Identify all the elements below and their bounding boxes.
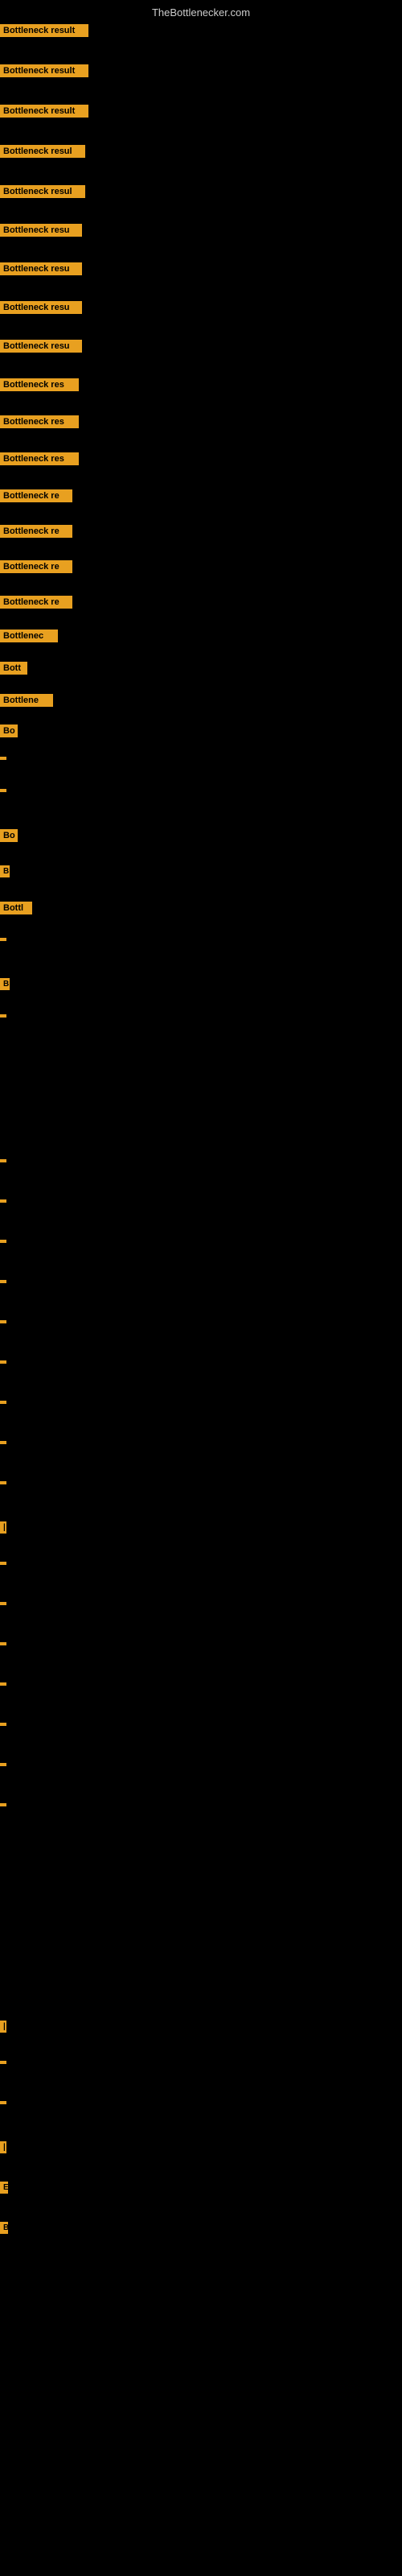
bottleneck-badge-48: | [0, 2141, 6, 2153]
bottleneck-badge-25 [0, 938, 6, 941]
bottleneck-badge-32 [0, 1320, 6, 1323]
bottleneck-badge-42 [0, 1723, 6, 1726]
bottleneck-badge-17: Bott [0, 662, 27, 675]
bottleneck-badge-5: Bottleneck resu [0, 224, 82, 237]
bottleneck-badge-38 [0, 1562, 6, 1565]
bottleneck-badge-29 [0, 1199, 6, 1203]
bottleneck-badge-21 [0, 789, 6, 792]
bottleneck-badge-43 [0, 1763, 6, 1766]
bottleneck-badge-34 [0, 1401, 6, 1404]
bottleneck-badge-2: Bottleneck result [0, 105, 88, 118]
bottleneck-badge-6: Bottleneck resu [0, 262, 82, 275]
bottleneck-badge-41 [0, 1682, 6, 1686]
bottleneck-badge-23: B [0, 865, 10, 877]
bottleneck-badge-45: | [0, 2021, 6, 2033]
bottleneck-badge-8: Bottleneck resu [0, 340, 82, 353]
bottleneck-badge-18: Bottlene [0, 694, 53, 707]
bottleneck-badge-20 [0, 757, 6, 760]
bottleneck-badge-35 [0, 1441, 6, 1444]
bottleneck-badge-36 [0, 1481, 6, 1484]
bottleneck-badge-31 [0, 1280, 6, 1283]
bottleneck-badge-44 [0, 1803, 6, 1806]
bottleneck-badge-12: Bottleneck re [0, 489, 72, 502]
bottleneck-badge-16: Bottlenec [0, 630, 58, 642]
bottleneck-badge-40 [0, 1642, 6, 1645]
bottleneck-badge-15: Bottleneck re [0, 596, 72, 609]
bottleneck-badge-14: Bottleneck re [0, 560, 72, 573]
bottleneck-badge-50: B [0, 2222, 8, 2234]
bottleneck-badge-47 [0, 2101, 6, 2104]
bottleneck-badge-22: Bo [0, 829, 18, 842]
bottleneck-badge-24: Bottl [0, 902, 32, 914]
bottleneck-badge-27 [0, 1014, 6, 1018]
bottleneck-badge-0: Bottleneck result [0, 24, 88, 37]
bottleneck-badge-39 [0, 1602, 6, 1605]
bottleneck-badge-7: Bottleneck resu [0, 301, 82, 314]
bottleneck-badge-33 [0, 1360, 6, 1364]
bottleneck-badge-37: | [0, 1521, 6, 1534]
bottleneck-badge-3: Bottleneck resul [0, 145, 85, 158]
bottleneck-badge-30 [0, 1240, 6, 1243]
bottleneck-badge-1: Bottleneck result [0, 64, 88, 77]
bottleneck-badge-49: E [0, 2182, 8, 2194]
bottleneck-badge-10: Bottleneck res [0, 415, 79, 428]
bottleneck-badge-28 [0, 1159, 6, 1162]
bottleneck-badge-26: B [0, 978, 10, 990]
bottleneck-badge-19: Bo [0, 724, 18, 737]
bottleneck-badge-9: Bottleneck res [0, 378, 79, 391]
bottleneck-badge-11: Bottleneck res [0, 452, 79, 465]
bottleneck-badge-4: Bottleneck resul [0, 185, 85, 198]
bottleneck-badge-13: Bottleneck re [0, 525, 72, 538]
bottleneck-badge-46 [0, 2061, 6, 2064]
site-title: TheBottlenecker.com [0, 6, 402, 19]
